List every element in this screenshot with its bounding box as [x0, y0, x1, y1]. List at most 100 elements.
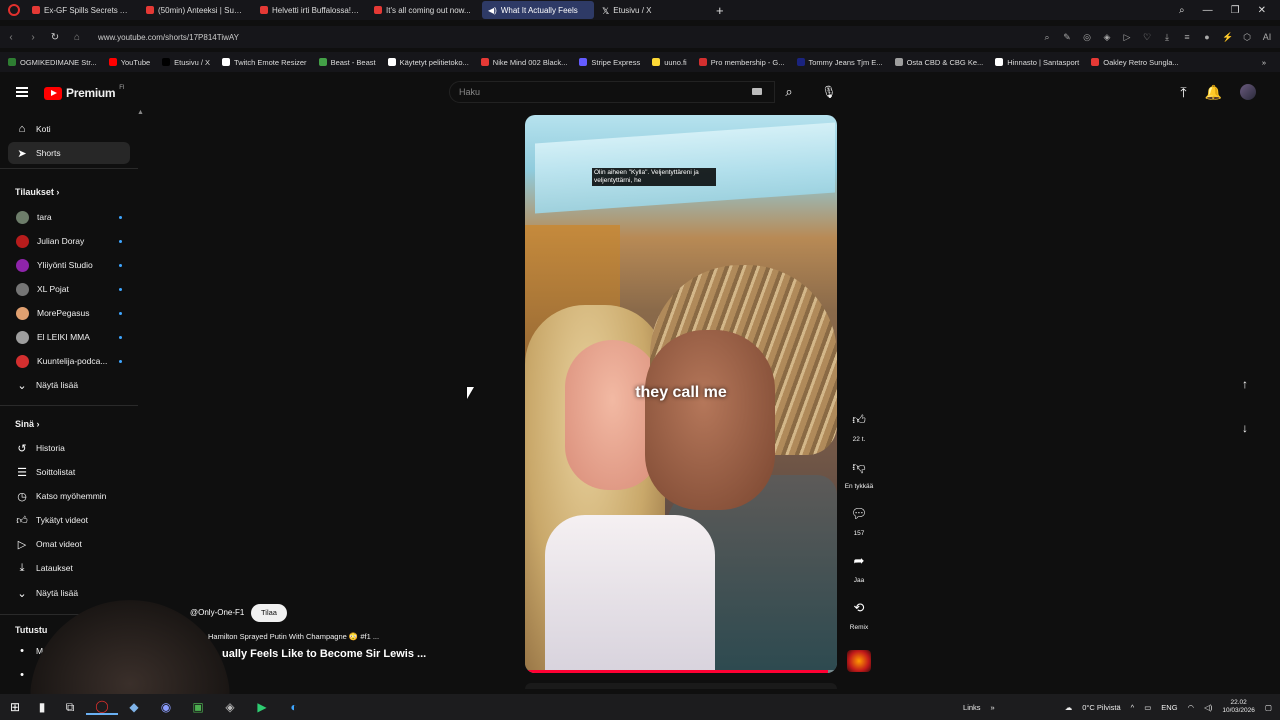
browser-tab[interactable]: Helvetti irti Buffalossa! | Jo [254, 1, 366, 19]
browser-tab[interactable]: Ex-GF Spills Secrets About [26, 1, 138, 19]
bookmark-item[interactable]: uuno.fi [652, 58, 687, 67]
play-store-app-icon[interactable]: ▶ [246, 700, 278, 714]
maximize-icon[interactable]: ❐ [1231, 5, 1240, 16]
url-field[interactable]: www.youtube.com/shorts/17P814TiwAY [98, 33, 239, 42]
weather-icon[interactable]: ☁ [1065, 703, 1073, 712]
back-icon[interactable]: ‹ [0, 32, 22, 43]
profile-icon[interactable]: ● [1202, 32, 1212, 43]
sidebar-item-you[interactable]: ◷ Katso myöhemmin [8, 485, 130, 507]
explore-heading[interactable]: Tutustu [15, 625, 47, 635]
bookmark-item[interactable]: Hinnasto | Santasport [995, 58, 1079, 67]
subscriptions-heading[interactable]: Tilaukset › [15, 187, 59, 197]
you-heading[interactable]: Sinä › [15, 419, 40, 429]
security-icon[interactable]: ⌂ [66, 32, 88, 43]
edit-icon[interactable]: ✎ [1062, 32, 1072, 43]
forward-icon[interactable]: › [22, 32, 44, 43]
keyboard-icon[interactable] [752, 88, 762, 95]
android-app-icon[interactable]: ▣ [182, 700, 214, 714]
edge-app-icon[interactable]: ◐ [278, 700, 310, 714]
sidebar-subscription-item[interactable]: XL Pojat [8, 278, 130, 300]
sidebar-subscription-item[interactable]: Julian Doray [8, 230, 130, 252]
notifications-icon[interactable]: ▢ [1265, 703, 1272, 712]
wifi-icon[interactable]: ◠ [1188, 703, 1195, 712]
short-title[interactable]: Hamilton Sprayed Putin With Champagne 😳 … [208, 632, 379, 641]
comments-button[interactable]: 💬︎ 157 [843, 501, 875, 537]
bookmark-item[interactable]: Osta CBD & CBG Ke... [894, 58, 983, 67]
subscribe-button[interactable]: Tilaa [251, 604, 287, 622]
bookmark-item[interactable]: Nike Mind 002 Black... [480, 58, 567, 67]
windows-start-icon[interactable]: ⊞ [0, 700, 30, 714]
search-tabs-icon[interactable]: ⌕ [1179, 5, 1185, 16]
bookmark-item[interactable]: Beast - Beast [318, 58, 376, 67]
task-view-icon[interactable]: ⧉ [54, 700, 86, 715]
browser-tab-active[interactable]: ◀) What It Actually Feels [482, 1, 594, 19]
browser-tab[interactable]: (50min) Anteeksi | Suome [140, 1, 252, 19]
close-icon[interactable]: ✕ [1258, 5, 1266, 16]
remix-button[interactable]: ⟲ Remix [843, 595, 875, 631]
bookmarks-overflow-icon[interactable]: » [1262, 58, 1280, 67]
ai-icon[interactable]: AI [1262, 32, 1272, 43]
previous-short-button[interactable]: ↑ [1233, 372, 1257, 396]
links-expand-icon[interactable]: » [991, 703, 995, 712]
opera-app-icon[interactable]: ◯ [86, 699, 118, 715]
sidebar-subscription-item[interactable]: Yliiyönti Studio [8, 254, 130, 276]
tray-expand-icon[interactable]: ^ [1131, 703, 1135, 712]
cube-icon[interactable]: ⬡ [1242, 32, 1252, 43]
network-icon[interactable]: ▭ [1144, 703, 1151, 712]
discord-app-icon[interactable]: ◉ [150, 700, 182, 714]
shield-app-icon[interactable]: ◈ [214, 700, 246, 714]
channel-handle[interactable]: @Only-One-F1 [190, 608, 244, 617]
show-more-button[interactable]: ⌄ Näytä lisää [8, 374, 130, 396]
menu-icon[interactable]: ≡ [1182, 32, 1192, 43]
search-input[interactable]: Haku [449, 81, 775, 103]
sidebar-subscription-item[interactable]: MorePegasus [8, 302, 130, 324]
sidebar-subscription-item[interactable]: tara [8, 206, 130, 228]
heart-icon[interactable]: ♡ [1142, 32, 1152, 43]
sound-thumbnail[interactable] [847, 650, 871, 672]
sidebar-item-home[interactable]: ⌂ Koti [8, 118, 130, 140]
bookmark-item[interactable]: OGMIKEDIMANE Str... [8, 58, 97, 67]
next-short-button[interactable]: ↓ [1233, 416, 1257, 440]
volume-icon[interactable]: ◁) [1204, 703, 1212, 712]
voice-search-button[interactable]: 🎙 [818, 81, 840, 103]
browser-tab[interactable]: It's all coming out now... [368, 1, 480, 19]
share-button[interactable]: ➦ Jaa [843, 548, 875, 584]
sidebar-subscription-item[interactable]: Kuuntelija-podca... [8, 350, 130, 372]
browser-tab[interactable]: 𝕏 Etusivu / X [596, 1, 708, 19]
dislike-button[interactable]: 👎︎ En tykkää [843, 454, 875, 490]
play-icon[interactable]: ▷ [1122, 32, 1132, 43]
sidebar-item-you[interactable]: ↺ Historia [8, 437, 130, 459]
sidebar-item-you[interactable]: ▷ Omat videot [8, 533, 130, 555]
shield-icon[interactable]: ◈ [1102, 32, 1112, 43]
opera-logo-icon[interactable] [8, 4, 20, 16]
zoom-icon[interactable]: ⌕ [1042, 32, 1052, 43]
like-button[interactable]: 👍︎ 22 t. [843, 407, 875, 443]
search-button[interactable]: ⌕ [775, 81, 803, 103]
minimize-icon[interactable]: — [1203, 5, 1213, 16]
downloads-icon[interactable]: ⤓ [1162, 32, 1172, 43]
language-indicator[interactable]: ENG [1161, 703, 1177, 712]
upload-icon[interactable]: ⤒ [1180, 84, 1186, 101]
bookmark-item[interactable]: Käytetyt pelitietoko... [387, 58, 469, 67]
links-toolbar[interactable]: Links [963, 703, 981, 712]
weather-status[interactable]: 0°C Pilvistä [1082, 703, 1120, 712]
sidebar-item-you[interactable]: ⤓ Lataukset [8, 557, 130, 579]
bookmark-item[interactable]: Etusivu / X [162, 58, 210, 67]
notifications-bell-icon[interactable]: 🔔 [1205, 84, 1222, 101]
bookmark-item[interactable]: Pro membership - G... [698, 58, 785, 67]
snapshot-icon[interactable]: ◎ [1082, 32, 1092, 43]
bookmark-item[interactable]: Stripe Express [579, 58, 640, 67]
bookmark-item[interactable]: YouTube [108, 58, 150, 67]
bookmark-item[interactable]: Oakley Retro Sungla... [1091, 58, 1179, 67]
short-video-player[interactable]: Olin aiheen "Kylla". Veljentyttäreni ja … [525, 115, 837, 673]
menu-icon[interactable] [16, 87, 28, 97]
store-app-icon[interactable]: ◆ [118, 700, 150, 714]
youtube-premium-logo[interactable]: Premium FI [44, 85, 125, 100]
sidebar-item-you[interactable]: 👍︎ Tykätyt videot [8, 509, 130, 531]
next-short-preview[interactable] [525, 683, 837, 689]
clock[interactable]: 22.02 10/03/2026 [1222, 699, 1255, 715]
sidebar-subscription-item[interactable]: El LEIKI MMA [8, 326, 130, 348]
sidebar-item-you[interactable]: ☰ Soittolistat [8, 461, 130, 483]
sidebar-item-shorts[interactable]: ➤ Shorts [8, 142, 130, 164]
bookmark-item[interactable]: Tommy Jeans Tjm E... [796, 58, 883, 67]
